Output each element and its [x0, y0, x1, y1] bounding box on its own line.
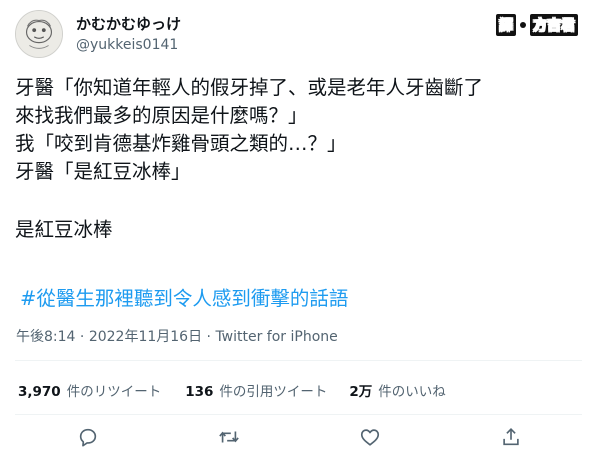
retweet-icon	[219, 431, 239, 443]
heart-icon	[360, 429, 380, 446]
like-count-link[interactable]: 2万 件のいいね	[349, 380, 445, 400]
tweet-date[interactable]: 2022年11月16日	[89, 329, 202, 345]
tweet-source[interactable]: Twitter for iPhone	[215, 329, 337, 345]
tweet-line: 我「咬到肯德基炸雞骨頭之類的…？」	[15, 132, 347, 155]
tweet-line: 是紅豆冰棒	[15, 218, 113, 241]
reply-button[interactable]	[77, 426, 99, 448]
divider	[15, 414, 582, 415]
tweet-meta: 午後8:14 · 2022年11月16日 · Twitter for iPhon…	[16, 326, 338, 346]
credit-separator-dot	[520, 22, 526, 28]
avatar-illustration	[16, 11, 62, 57]
hashtag-link[interactable]: #從醫生那裡聽到令人感到衝擊的話語	[20, 282, 348, 311]
like-count: 2万	[349, 384, 373, 400]
quote-count-label: 件の引用ツイート	[219, 384, 328, 400]
avatar[interactable]	[15, 10, 63, 58]
credit-name: 方吉君	[530, 14, 578, 36]
tweet-text: 牙醫「你知道年輕人的假牙掉了、或是老年人牙齒斷了 來找我們最多的原因是什麼嗎？」…	[15, 74, 590, 244]
like-count-label: 件のいいね	[378, 384, 446, 400]
credit-label: 譯	[496, 14, 516, 36]
retweet-count: 3,970	[18, 384, 61, 400]
translator-credit: 譯 方吉君	[496, 14, 578, 36]
retweet-button[interactable]	[218, 426, 240, 448]
divider	[15, 360, 582, 361]
quote-count: 136	[185, 384, 214, 400]
share-icon	[503, 428, 519, 446]
tweet-time[interactable]: 午後8:14	[16, 329, 75, 345]
display-name[interactable]: かむかむゆっけ	[76, 13, 181, 34]
user-handle[interactable]: @yukkeis0141	[76, 37, 178, 53]
tweet-stats: 3,970 件のリツイート 136 件の引用ツイート 2万 件のいいね	[18, 380, 446, 400]
reply-icon	[79, 428, 97, 447]
tweet-line: 牙醫「你知道年輕人的假牙掉了、或是老年人牙齒斷了	[15, 76, 484, 99]
meta-separator: ·	[206, 329, 211, 345]
meta-separator: ·	[79, 329, 85, 345]
tweet-line: 來找我們最多的原因是什麼嗎？」	[15, 104, 308, 127]
share-button[interactable]	[500, 426, 522, 448]
retweet-count-label: 件のリツイート	[66, 384, 162, 400]
tweet-line: 牙醫「是紅豆冰棒」	[15, 160, 191, 183]
retweet-count-link[interactable]: 3,970 件のリツイート	[18, 380, 161, 400]
tweet-actions	[0, 426, 598, 450]
like-button[interactable]	[359, 426, 381, 448]
quote-count-link[interactable]: 136 件の引用ツイート	[185, 380, 327, 400]
